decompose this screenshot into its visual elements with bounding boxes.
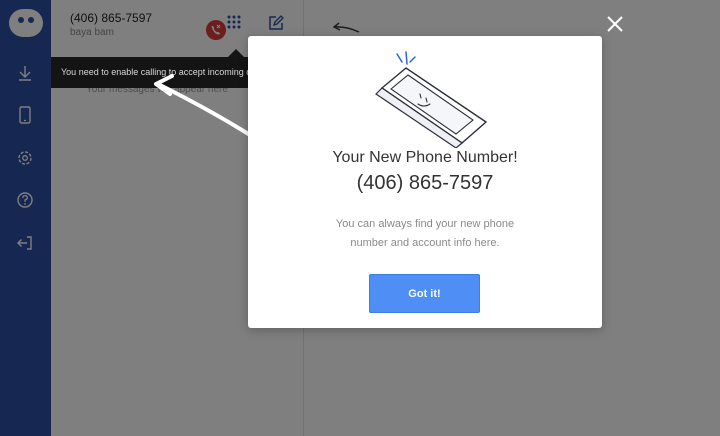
phone-illustration-icon [375,51,488,148]
new-number-dialog: Your New Phone Number! (406) 865-7597 Yo… [248,36,602,328]
close-icon[interactable] [603,12,627,36]
dialog-title: Your New Phone Number! [332,149,518,166]
got-it-button[interactable]: Got it! [369,274,480,313]
pointer-arrow-icon [154,74,252,137]
dialog-description: You can always find your new phone numbe… [335,218,515,249]
dialog-phone-number: (406) 865-7597 [356,172,494,194]
tooltip-caret [228,49,244,57]
